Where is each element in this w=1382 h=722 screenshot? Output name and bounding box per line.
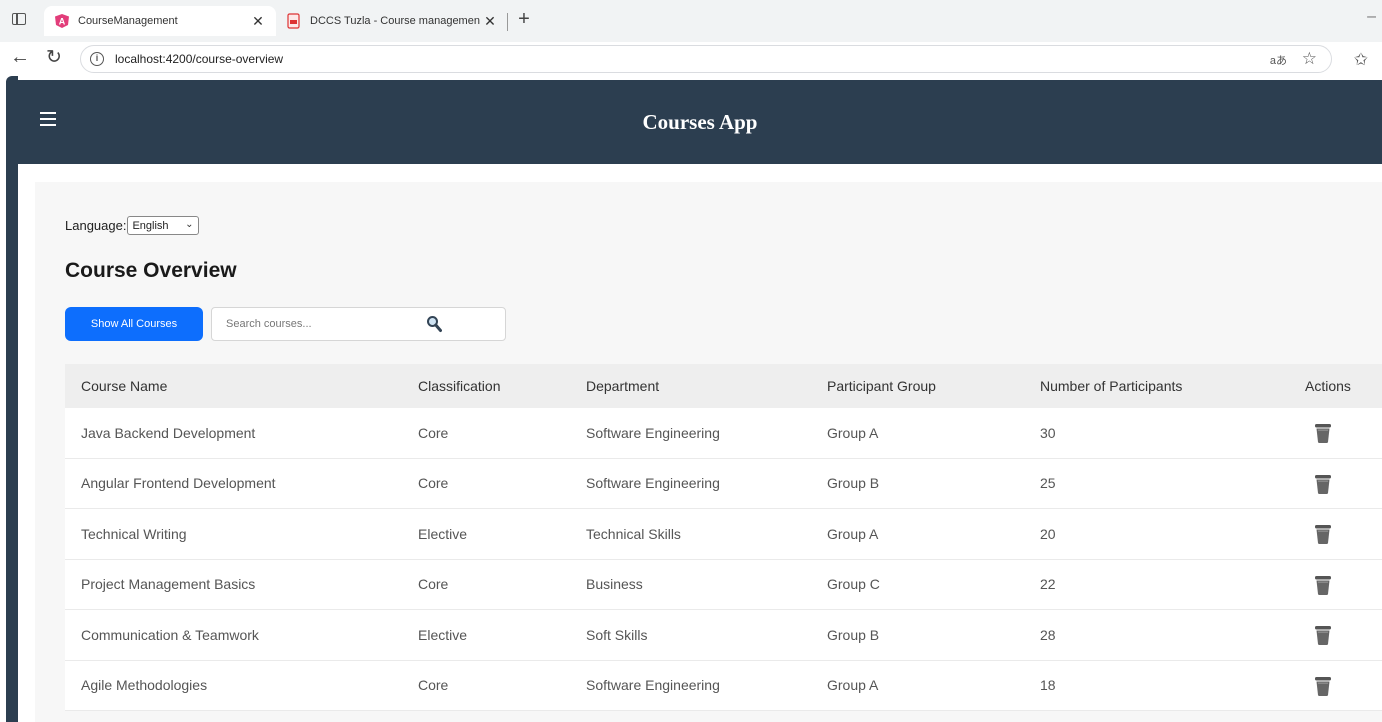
cell-course-name: Agile Methodologies <box>81 677 208 694</box>
trash-icon[interactable] <box>1313 574 1333 596</box>
header-department: Department <box>586 378 660 394</box>
search-input[interactable]: Search courses... <box>211 307 506 341</box>
header-number-of-participants: Number of Participants <box>1040 378 1183 394</box>
cell-classification: Core <box>418 475 449 492</box>
trash-icon[interactable] <box>1313 422 1333 444</box>
tab-actions-icon[interactable] <box>12 13 26 25</box>
table-header-row: Course Name Classification Department Pa… <box>65 364 1382 408</box>
cell-number-of-participants: 28 <box>1040 626 1056 643</box>
cell-classification: Core <box>418 424 449 441</box>
app-title: Courses App <box>642 110 758 134</box>
back-arrow-icon[interactable]: ← <box>10 46 30 69</box>
trash-icon[interactable] <box>1313 675 1333 697</box>
cell-course-name: Communication & Teamwork <box>81 626 259 643</box>
url-text: localhost:4200/course-overview <box>115 52 284 66</box>
read-aloud-icon[interactable]: aあ <box>1270 52 1287 68</box>
cell-participant-group: Group C <box>827 576 880 593</box>
main-content: Language: English ⌄ Course Overview Show… <box>35 182 1382 722</box>
app-frame-edge <box>6 76 18 722</box>
cell-number-of-participants: 22 <box>1040 576 1056 593</box>
trash-icon[interactable] <box>1313 523 1333 545</box>
new-tab-icon[interactable]: + <box>513 8 535 32</box>
cell-department: Technical Skills <box>586 525 681 542</box>
tab-dccs-tuzla[interactable]: DCCS Tuzla - Course managemen ✕ <box>276 6 508 36</box>
language-label: Language: <box>65 218 127 233</box>
table-row[interactable]: Technical Writing Elective Technical Ski… <box>65 509 1382 560</box>
cell-number-of-participants: 25 <box>1040 475 1056 492</box>
language-select[interactable]: English ⌄ <box>127 216 200 235</box>
table-row[interactable]: Angular Frontend Development Core Softwa… <box>65 458 1382 509</box>
cell-number-of-participants: 20 <box>1040 525 1056 542</box>
tab-separator <box>507 13 508 31</box>
show-all-courses-button[interactable]: Show All Courses <box>65 307 203 341</box>
cell-number-of-participants: 18 <box>1040 677 1056 694</box>
table-row[interactable]: Agile Methodologies Core Software Engine… <box>65 660 1382 711</box>
tab-close-icon[interactable]: ✕ <box>250 13 266 30</box>
cell-classification: Elective <box>418 525 468 542</box>
tab-title: DCCS Tuzla - Course managemen <box>310 15 480 27</box>
cell-classification: Core <box>418 576 449 593</box>
tab-course-management[interactable]: A CourseManagement ✕ <box>44 6 276 36</box>
tab-title: CourseManagement <box>78 15 178 27</box>
cell-participant-group: Group A <box>827 677 879 694</box>
search-icon[interactable] <box>426 315 442 333</box>
cell-course-name: Java Backend Development <box>81 424 256 441</box>
cell-department: Business <box>586 576 643 593</box>
courses-table: Course Name Classification Department Pa… <box>65 364 1382 711</box>
app-header: Courses App <box>18 80 1382 164</box>
cell-department: Software Engineering <box>586 677 720 694</box>
cell-course-name: Technical Writing <box>81 525 187 542</box>
table-row[interactable]: Communication & Teamwork Elective Soft S… <box>65 610 1382 661</box>
angular-favicon-icon: A <box>55 14 69 28</box>
header-classification: Classification <box>418 378 501 394</box>
url-field[interactable]: i localhost:4200/course-overview aあ ☆ <box>80 45 1332 73</box>
cell-classification: Elective <box>418 626 468 643</box>
browser-address-bar: ← ↻ i localhost:4200/course-overview aあ … <box>0 42 1382 76</box>
cell-department: Software Engineering <box>586 475 720 492</box>
header-participant-group: Participant Group <box>827 378 936 394</box>
chevron-down-icon: ⌄ <box>185 219 194 230</box>
favorites-icon[interactable]: ✩ <box>1354 50 1368 70</box>
cell-department: Software Engineering <box>586 424 720 441</box>
trash-icon[interactable] <box>1313 624 1333 646</box>
window-minimize-icon[interactable]: – <box>1367 8 1376 26</box>
table-row[interactable]: Java Backend Development Core Software E… <box>65 408 1382 459</box>
language-selected-value: English <box>132 219 169 232</box>
table-row[interactable]: Project Management Basics Core Business … <box>65 559 1382 610</box>
cell-participant-group: Group B <box>827 475 880 492</box>
language-row: Language: English ⌄ <box>65 216 200 235</box>
cell-number-of-participants: 30 <box>1040 424 1056 441</box>
header-actions: Actions <box>1305 378 1351 394</box>
cell-participant-group: Group A <box>827 525 879 542</box>
cell-course-name: Angular Frontend Development <box>81 475 276 492</box>
search-placeholder: Search courses... <box>226 318 312 330</box>
tab-close-icon[interactable]: ✕ <box>482 13 498 30</box>
pdf-favicon-icon <box>287 13 300 29</box>
cell-department: Soft Skills <box>586 626 648 643</box>
trash-icon[interactable] <box>1313 473 1333 495</box>
header-course-name: Course Name <box>81 378 168 394</box>
cell-course-name: Project Management Basics <box>81 576 256 593</box>
bookmark-star-icon[interactable]: ☆ <box>1302 49 1317 69</box>
site-info-icon[interactable]: i <box>90 52 104 66</box>
cell-participant-group: Group A <box>827 424 879 441</box>
reload-icon[interactable]: ↻ <box>46 46 62 69</box>
page-title: Course Overview <box>65 259 237 282</box>
svg-text:A: A <box>59 17 66 27</box>
cell-participant-group: Group B <box>827 626 880 643</box>
browser-tab-bar: A CourseManagement ✕ DCCS Tuzla - Course… <box>0 0 1382 42</box>
cell-classification: Core <box>418 677 449 694</box>
